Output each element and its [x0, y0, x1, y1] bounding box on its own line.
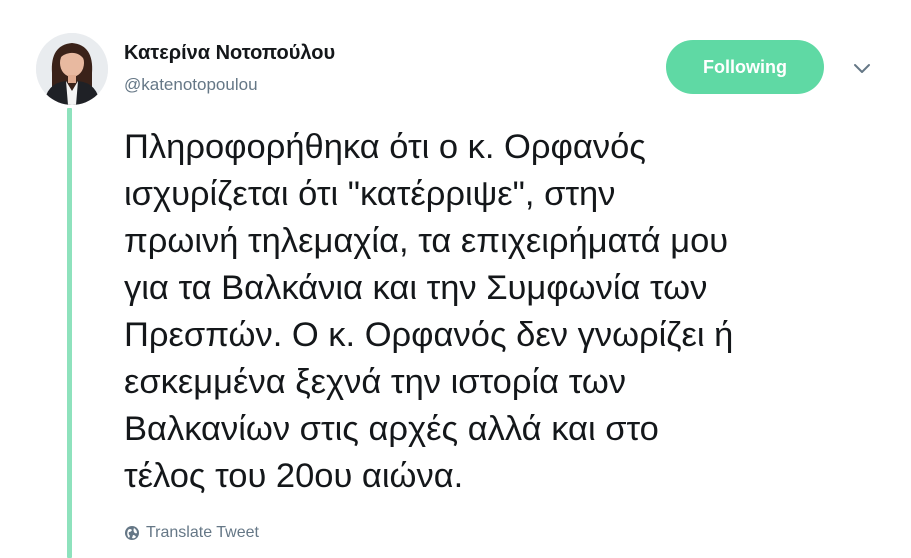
tweet-text-line: Βαλκανίων στις αρχές αλλά και στο [124, 410, 659, 448]
translate-tweet-link[interactable]: Translate Tweet [124, 524, 259, 542]
translate-tweet-label: Translate Tweet [146, 524, 259, 541]
author-display-name[interactable]: Κατερίνα Νοτοπούλου [124, 42, 335, 65]
tweet-text-line: για τα Βαλκάνια και την Συμφωνία των [124, 269, 708, 307]
globe-icon [124, 525, 140, 541]
following-button[interactable]: Following [666, 40, 824, 94]
tweet: Κατερίνα Νοτοπούλου @katenotopoulou Foll… [0, 0, 911, 558]
tweet-text: Πληροφορήθηκα ότι ο κ. Ορφανός ισχυρίζετ… [124, 124, 884, 500]
tweet-text-line: Πρεσπών. Ο κ. Ορφανός δεν γνωρίζει ή [124, 316, 734, 354]
avatar[interactable] [36, 33, 108, 105]
thread-line [67, 108, 72, 558]
tweet-text-line: πρωινή τηλεμαχία, τα επιχειρήματά μου [124, 222, 729, 260]
author-handle[interactable]: @katenotopoulou [124, 75, 258, 95]
chevron-down-icon[interactable] [849, 57, 875, 81]
tweet-text-line: τέλος του 20ου αιώνα. [124, 457, 464, 495]
tweet-text-line: ισχυρίζεται ότι "κατέρριψε", στην [124, 175, 616, 213]
tweet-text-line: εσκεμμένα ξεχνά την ιστορία των [124, 363, 627, 401]
tweet-text-line: Πληροφορήθηκα ότι ο κ. Ορφανός [124, 128, 646, 166]
